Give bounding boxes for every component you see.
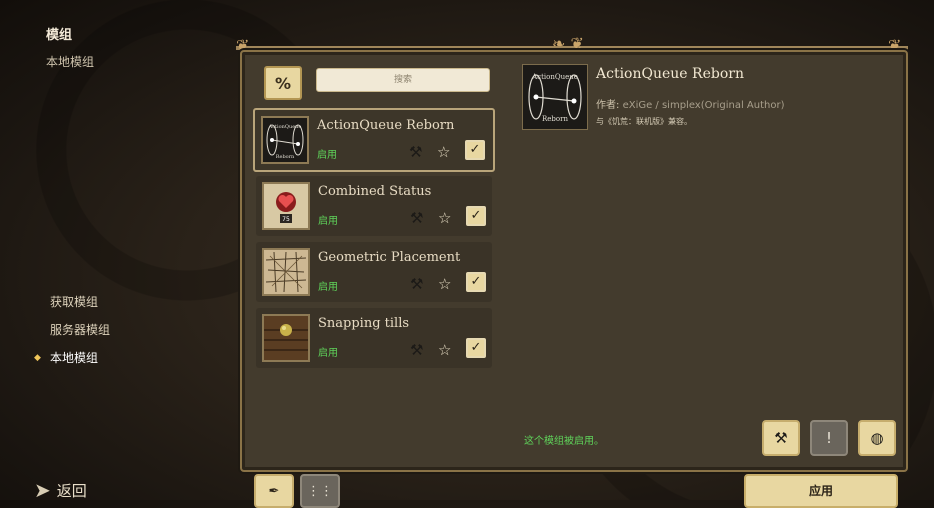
- detail-compat: 与《饥荒：联机版》兼容。: [596, 117, 692, 126]
- page-subtitle: 本地模组: [46, 55, 95, 69]
- tab-client-mods[interactable]: ✒: [254, 474, 294, 508]
- mod-info-button[interactable]: !: [810, 420, 848, 456]
- globe-icon: ◍: [870, 429, 884, 447]
- tab-server-mods[interactable]: ⋮⋮: [300, 474, 340, 508]
- menu-item-local-mods[interactable]: 本地模组: [34, 348, 110, 376]
- left-header: 模组 本地模组: [46, 24, 94, 70]
- menu-item-server-mods[interactable]: 服务器模组: [34, 320, 110, 348]
- configure-mod-button[interactable]: ⚒: [762, 420, 800, 456]
- detail-thumbnail: ActionQueue Reborn: [522, 64, 588, 130]
- detail-thumb-text-2: Reborn: [542, 115, 568, 123]
- detail-title: ActionQueue Reborn: [596, 66, 744, 82]
- enable-checkbox[interactable]: ✓: [466, 272, 486, 292]
- back-button[interactable]: ➤ 返回: [34, 478, 87, 502]
- config-tool-icon[interactable]: ⚒: [410, 341, 423, 359]
- menu-item-get-mods[interactable]: 获取模组: [34, 292, 110, 320]
- favorite-star-icon[interactable]: ☆: [437, 143, 450, 161]
- left-menu: 获取模组 服务器模组 本地模组: [34, 292, 110, 376]
- enabled-message: 这个模组被启用。: [524, 436, 604, 447]
- mod-name: ActionQueue Reborn: [317, 118, 455, 133]
- mod-status: 启用: [317, 150, 337, 161]
- thumb-text-1: ActionQueue: [268, 124, 302, 130]
- config-tool-icon[interactable]: ⚒: [410, 275, 423, 293]
- favorite-star-icon[interactable]: ☆: [438, 341, 451, 359]
- mod-thumbnail: [262, 314, 310, 362]
- mod-item-combined-status[interactable]: 75 Combined Status 启用 ⚒ ☆ ✓: [256, 176, 492, 236]
- enable-checkbox[interactable]: ✓: [465, 140, 485, 160]
- detail-thumb-text-1: ActionQueue: [531, 73, 578, 81]
- mod-thumbnail: 75: [262, 182, 310, 230]
- mod-name: Snapping tills: [318, 316, 410, 331]
- author-label: 作者:: [596, 100, 620, 111]
- back-arrow-icon: ➤: [34, 478, 51, 502]
- detail-author: 作者: eXiGe / simplex(Original Author): [596, 96, 785, 111]
- search-input[interactable]: 搜索: [316, 68, 490, 92]
- mod-status: 启用: [318, 216, 338, 227]
- mod-website-button[interactable]: ◍: [858, 420, 896, 456]
- mod-status: 启用: [318, 282, 338, 293]
- config-tool-icon[interactable]: ⚒: [409, 143, 422, 161]
- hammer-icon: ⚒: [774, 429, 788, 447]
- back-label: 返回: [56, 481, 87, 500]
- filter-button[interactable]: %: [264, 66, 302, 100]
- mod-item-geometric-placement[interactable]: Geometric Placement 启用 ⚒ ☆ ✓: [256, 242, 492, 302]
- favorite-star-icon[interactable]: ☆: [438, 209, 451, 227]
- author-value: eXiGe / simplex(Original Author): [622, 100, 785, 111]
- mod-thumbnail: [262, 248, 310, 296]
- apply-button[interactable]: 应用: [744, 474, 898, 508]
- mod-item-actionqueue[interactable]: ActionQueue Reborn ActionQueue Reborn 启用…: [253, 108, 495, 172]
- mod-thumbnail: ActionQueue Reborn: [261, 116, 309, 164]
- config-tool-icon[interactable]: ⚒: [410, 209, 423, 227]
- exclamation-icon: !: [825, 429, 832, 447]
- thumb-text-2: Reborn: [276, 154, 295, 160]
- feather-icon: ✒: [268, 483, 280, 499]
- enable-checkbox[interactable]: ✓: [466, 338, 486, 358]
- mod-status: 启用: [318, 348, 338, 359]
- server-icon: ⋮⋮: [307, 483, 333, 499]
- mod-name: Combined Status: [318, 184, 432, 199]
- favorite-star-icon[interactable]: ☆: [438, 275, 451, 293]
- filter-icon: %: [274, 73, 292, 93]
- enable-checkbox[interactable]: ✓: [466, 206, 486, 226]
- mod-name: Geometric Placement: [318, 250, 461, 265]
- page-title: 模组: [46, 28, 73, 43]
- mod-item-snapping-tills[interactable]: Snapping tills 启用 ⚒ ☆ ✓: [256, 308, 492, 368]
- thumb-badge: 75: [282, 216, 290, 223]
